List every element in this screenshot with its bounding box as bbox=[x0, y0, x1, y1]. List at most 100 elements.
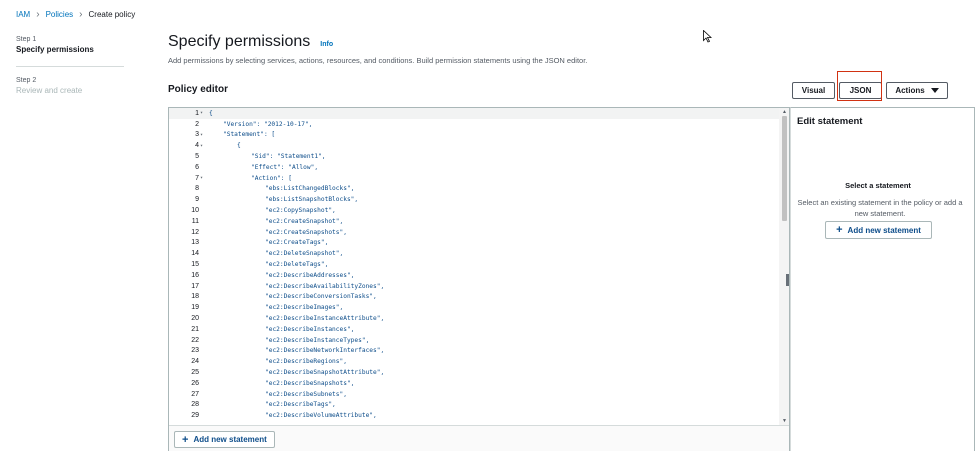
line-number: 19 bbox=[191, 304, 199, 312]
scroll-down-icon[interactable]: ▼ bbox=[782, 418, 787, 424]
page-title-row: Specify permissions Info bbox=[168, 33, 333, 51]
code-text: "ec2:DescribeImages", bbox=[265, 304, 344, 312]
code-line[interactable]: 9 "ebs:ListSnapshotBlocks", bbox=[169, 194, 781, 205]
actions-dropdown-button[interactable]: Actions bbox=[886, 82, 948, 99]
code-text: "ec2:CreateSnapshots", bbox=[265, 228, 347, 236]
code-text: "ec2:DeleteSnapshot", bbox=[265, 250, 344, 258]
code-line[interactable]: 22 "ec2:DescribeInstanceTypes", bbox=[169, 335, 781, 346]
breadcrumb: IAM › Policies › Create policy bbox=[16, 8, 136, 20]
code-text: "ec2:DeleteTags", bbox=[265, 261, 329, 269]
code-line[interactable]: 12 "ec2:CreateSnapshots", bbox=[169, 227, 781, 238]
code-text: "ec2:CopySnapshot", bbox=[265, 207, 336, 215]
policy-editor-heading: Policy editor bbox=[168, 84, 229, 95]
code-line[interactable]: 7 ▾ "Action": [ bbox=[169, 173, 781, 184]
line-number: 5 bbox=[195, 153, 199, 161]
code-line[interactable]: 6 "Effect": "Allow", bbox=[169, 162, 781, 173]
scroll-up-icon[interactable]: ▲ bbox=[782, 109, 787, 115]
code-line[interactable]: 10 "ec2:CopySnapshot", bbox=[169, 205, 781, 216]
line-number: 24 bbox=[191, 358, 199, 366]
editor-scrollbar[interactable]: ▲ ▼ bbox=[779, 108, 789, 425]
code-text: "ec2:DescribeRegions", bbox=[265, 358, 347, 366]
code-line[interactable]: 2 "Version": "2012-10-17", bbox=[169, 119, 781, 130]
code-area[interactable]: 1 ▾{2 "Version": "2012-10-17", 3 ▾ "Statement… bbox=[169, 108, 781, 425]
code-line[interactable]: 1 ▾{ bbox=[169, 108, 781, 119]
step-title: Specify permissions bbox=[16, 45, 94, 54]
code-line[interactable]: 14 "ec2:DeleteSnapshot", bbox=[169, 248, 781, 259]
fold-arrow-icon[interactable]: ▾ bbox=[199, 143, 207, 149]
json-highlight-box bbox=[837, 71, 882, 101]
visual-button[interactable]: Visual bbox=[792, 82, 835, 99]
code-line[interactable]: 19 "ec2:DescribeImages", bbox=[169, 302, 781, 313]
policy-json-editor[interactable]: 1 ▾{2 "Version": "2012-10-17", 3 ▾ "Statement… bbox=[168, 107, 790, 451]
line-number: 14 bbox=[191, 250, 199, 258]
code-text: "ec2:CreateSnapshot", bbox=[265, 217, 344, 225]
code-text: "ec2:DescribeTags", bbox=[265, 401, 336, 409]
chevron-right-icon: › bbox=[36, 8, 40, 20]
code-text: "Effect": "Allow", bbox=[251, 163, 319, 171]
line-number: 4 bbox=[195, 142, 199, 150]
plus-icon: + bbox=[836, 224, 843, 236]
breadcrumb-iam[interactable]: IAM bbox=[16, 10, 30, 19]
line-number: 16 bbox=[191, 271, 199, 279]
line-number: 12 bbox=[191, 228, 199, 236]
code-line[interactable]: 8 "ebs:ListChangedBlocks", bbox=[169, 184, 781, 195]
chevron-right-icon: › bbox=[79, 8, 83, 20]
code-line[interactable]: 24 "ec2:DescribeRegions", bbox=[169, 356, 781, 367]
code-line[interactable]: 28 "ec2:DescribeTags", bbox=[169, 400, 781, 411]
fold-arrow-icon[interactable]: ▾ bbox=[199, 175, 207, 181]
breadcrumb-policies[interactable]: Policies bbox=[46, 10, 74, 19]
line-number: 27 bbox=[191, 390, 199, 398]
actions-label: Actions bbox=[895, 86, 925, 95]
code-text: "ebs:ListChangedBlocks", bbox=[265, 185, 355, 193]
line-number: 18 bbox=[191, 293, 199, 301]
code-line[interactable]: 21 "ec2:DescribeInstances", bbox=[169, 324, 781, 335]
breadcrumb-current: Create policy bbox=[88, 10, 136, 19]
code-line[interactable]: 4 ▾ { bbox=[169, 140, 781, 151]
code-line[interactable]: 26 "ec2:DescribeSnapshots", bbox=[169, 378, 781, 389]
code-line[interactable]: 29 "ec2:DescribeVolumeAttribute", bbox=[169, 410, 781, 421]
line-number: 1 bbox=[195, 109, 199, 117]
code-text: "ec2:DescribeVolumeAttribute", bbox=[265, 412, 377, 420]
code-text: "ec2:DescribeAddresses", bbox=[265, 271, 355, 279]
code-line[interactable]: 3 ▾ "Statement": [ bbox=[169, 130, 781, 141]
wizard-steps: Step 1 Specify permissions Step 2 Review… bbox=[16, 36, 126, 103]
code-line[interactable]: 25 "ec2:DescribeSnapshotAttribute", bbox=[169, 367, 781, 378]
line-number: 20 bbox=[191, 315, 199, 323]
caret-down-icon bbox=[930, 88, 939, 93]
code-line[interactable]: 17 "ec2:DescribeAvailabilityZones", bbox=[169, 281, 781, 292]
code-line[interactable]: 5 "Sid": "Statement1", bbox=[169, 151, 781, 162]
fold-arrow-icon[interactable]: ▾ bbox=[199, 132, 207, 138]
code-line[interactable]: 15 "ec2:DeleteTags", bbox=[169, 259, 781, 270]
add-statement-label: Add new statement bbox=[193, 435, 267, 444]
code-text: "Version": "2012-10-17", bbox=[223, 120, 313, 128]
code-text: "ec2:DescribeInstances", bbox=[265, 325, 355, 333]
code-line[interactable]: 20 "ec2:DescribeInstanceAttribute", bbox=[169, 313, 781, 324]
line-number: 2 bbox=[195, 120, 199, 128]
line-number: 22 bbox=[191, 336, 199, 344]
info-link[interactable]: Info bbox=[320, 41, 333, 48]
line-number: 25 bbox=[191, 369, 199, 377]
side-add-new-statement-button[interactable]: + Add new statement bbox=[825, 221, 932, 239]
code-line[interactable]: 16 "ec2:DescribeAddresses", bbox=[169, 270, 781, 281]
step-1[interactable]: Step 1 Specify permissions bbox=[16, 36, 126, 62]
code-text: "Action": [ bbox=[251, 174, 292, 182]
scroll-thumb[interactable] bbox=[782, 116, 787, 221]
code-text: "ebs:ListSnapshotBlocks", bbox=[265, 196, 359, 204]
code-text: "ec2:DescribeInstanceAttribute", bbox=[265, 315, 385, 323]
code-line[interactable]: 23 "ec2:DescribeNetworkInterfaces", bbox=[169, 346, 781, 357]
fold-arrow-icon[interactable]: ▾ bbox=[199, 110, 207, 116]
add-new-statement-button[interactable]: + Add new statement bbox=[174, 431, 275, 448]
code-line[interactable]: 27 "ec2:DescribeSubnets", bbox=[169, 389, 781, 400]
code-text: { bbox=[209, 109, 213, 117]
line-number: 3 bbox=[195, 131, 199, 139]
code-text: "ec2:DescribeInstanceTypes", bbox=[265, 336, 370, 344]
line-number: 21 bbox=[191, 325, 199, 333]
line-number: 6 bbox=[195, 163, 199, 171]
code-line[interactable]: 18 "ec2:DescribeConversionTasks", bbox=[169, 292, 781, 303]
line-number: 9 bbox=[195, 196, 199, 204]
code-text: "ec2:DescribeAvailabilityZones", bbox=[265, 282, 385, 290]
panel-resize-handle[interactable] bbox=[786, 274, 789, 286]
step-title: Review and create bbox=[16, 86, 83, 95]
code-line[interactable]: 13 "ec2:CreateTags", bbox=[169, 238, 781, 249]
code-line[interactable]: 11 "ec2:CreateSnapshot", bbox=[169, 216, 781, 227]
